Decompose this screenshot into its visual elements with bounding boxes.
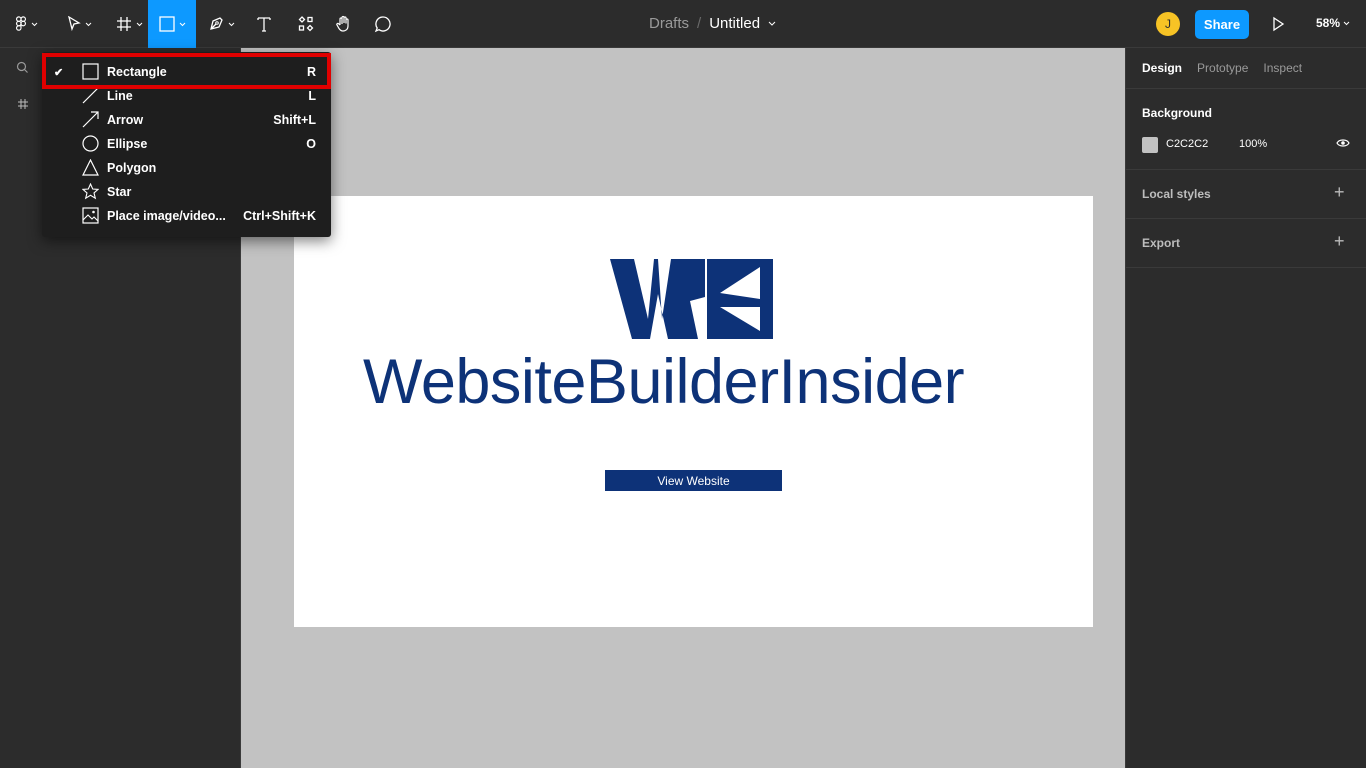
share-button[interactable]: Share xyxy=(1195,10,1249,39)
menu-item-star[interactable]: Star xyxy=(42,180,331,204)
background-opacity-input[interactable]: 100% xyxy=(1239,138,1267,150)
brand-text[interactable]: WebsiteBuilderInsider xyxy=(363,346,1027,418)
chevron-down-icon xyxy=(228,22,234,26)
breadcrumb-drafts[interactable]: Drafts xyxy=(649,15,689,32)
pen-tool-button[interactable] xyxy=(202,0,240,48)
shape-tool-button[interactable] xyxy=(148,0,196,48)
panel-tabs: Design Prototype Inspect xyxy=(1142,61,1302,75)
add-style-button[interactable]: + xyxy=(1334,182,1345,203)
resources-tool-button[interactable] xyxy=(294,0,318,48)
tab-inspect[interactable]: Inspect xyxy=(1263,61,1302,75)
polygon-icon xyxy=(82,159,99,176)
chevron-down-icon xyxy=(1343,21,1350,25)
divider xyxy=(1126,267,1366,268)
divider xyxy=(1126,218,1366,219)
menu-item-label: Line xyxy=(107,89,133,103)
search-icon[interactable] xyxy=(16,61,29,74)
menu-item-label: Arrow xyxy=(107,113,144,127)
properties-panel: Design Prototype Inspect Background C2C2… xyxy=(1125,48,1366,768)
chevron-down-icon xyxy=(179,22,185,26)
menu-item-arrow[interactable]: Arrow Shift+L xyxy=(42,108,331,132)
breadcrumb-separator: / xyxy=(697,15,702,32)
menu-item-label: Place image/video... xyxy=(107,209,226,223)
play-icon xyxy=(1273,16,1285,32)
star-icon xyxy=(82,183,99,200)
main-menu-button[interactable] xyxy=(8,0,44,48)
tab-prototype[interactable]: Prototype xyxy=(1197,61,1248,75)
chevron-down-icon[interactable] xyxy=(768,21,776,26)
frame-icon xyxy=(116,17,131,31)
export-title: Export xyxy=(1142,236,1181,250)
background-title: Background xyxy=(1142,106,1213,120)
components-icon xyxy=(298,16,314,32)
toolbar: Drafts / Untitled J Share 58% xyxy=(0,0,1366,48)
eye-icon[interactable] xyxy=(1336,138,1350,148)
image-icon xyxy=(82,207,99,224)
present-button[interactable] xyxy=(1268,14,1288,39)
local-styles-title: Local styles xyxy=(1142,187,1211,201)
divider xyxy=(1126,169,1366,170)
frame-layer-icon[interactable] xyxy=(17,98,29,110)
move-tool-button[interactable] xyxy=(60,0,98,48)
menu-item-ellipse[interactable]: Ellipse O xyxy=(42,132,331,156)
divider xyxy=(1126,88,1366,89)
menu-item-place-image[interactable]: Place image/video... Ctrl+Shift+K xyxy=(42,204,331,228)
add-export-button[interactable]: + xyxy=(1334,231,1345,252)
arrow-icon xyxy=(82,111,99,128)
menu-item-label: Ellipse xyxy=(107,137,148,151)
text-tool-button[interactable] xyxy=(252,0,276,48)
tab-design[interactable]: Design xyxy=(1142,61,1182,75)
chevron-down-icon xyxy=(31,22,37,26)
chevron-down-icon xyxy=(85,22,91,26)
pen-icon xyxy=(209,17,223,30)
frame-tool-button[interactable] xyxy=(110,0,148,48)
zoom-dropdown[interactable]: 58% xyxy=(1316,16,1350,30)
ellipse-icon xyxy=(82,135,99,152)
avatar[interactable]: J xyxy=(1156,12,1180,36)
comment-tool-button[interactable] xyxy=(371,0,395,48)
website-builder-insider-logo[interactable] xyxy=(610,259,773,339)
menu-item-shortcut: O xyxy=(306,137,316,151)
line-icon xyxy=(82,87,99,104)
zoom-level: 58% xyxy=(1316,16,1341,30)
hand-tool-button[interactable] xyxy=(332,0,356,48)
menu-item-shortcut: Ctrl+Shift+K xyxy=(243,209,316,223)
text-icon xyxy=(257,17,271,32)
file-title[interactable]: Untitled xyxy=(709,15,760,32)
cursor-icon xyxy=(67,16,81,32)
view-website-button[interactable]: View Website xyxy=(605,470,782,491)
menu-item-shortcut: L xyxy=(308,89,316,103)
rectangle-icon xyxy=(158,16,175,32)
menu-item-shortcut: Shift+L xyxy=(273,113,316,127)
menu-item-polygon[interactable]: Polygon xyxy=(42,156,331,180)
annotation-highlight-box xyxy=(42,53,331,89)
menu-item-label: Polygon xyxy=(107,161,157,175)
menu-item-label: Star xyxy=(107,185,132,199)
figma-logo-icon xyxy=(15,16,26,31)
background-swatch[interactable] xyxy=(1142,137,1158,153)
breadcrumb: Drafts / Untitled xyxy=(649,15,776,32)
hand-icon xyxy=(336,15,349,32)
background-hex-input[interactable]: C2C2C2 xyxy=(1166,138,1208,150)
chevron-down-icon xyxy=(136,22,142,26)
comment-icon xyxy=(374,16,391,33)
